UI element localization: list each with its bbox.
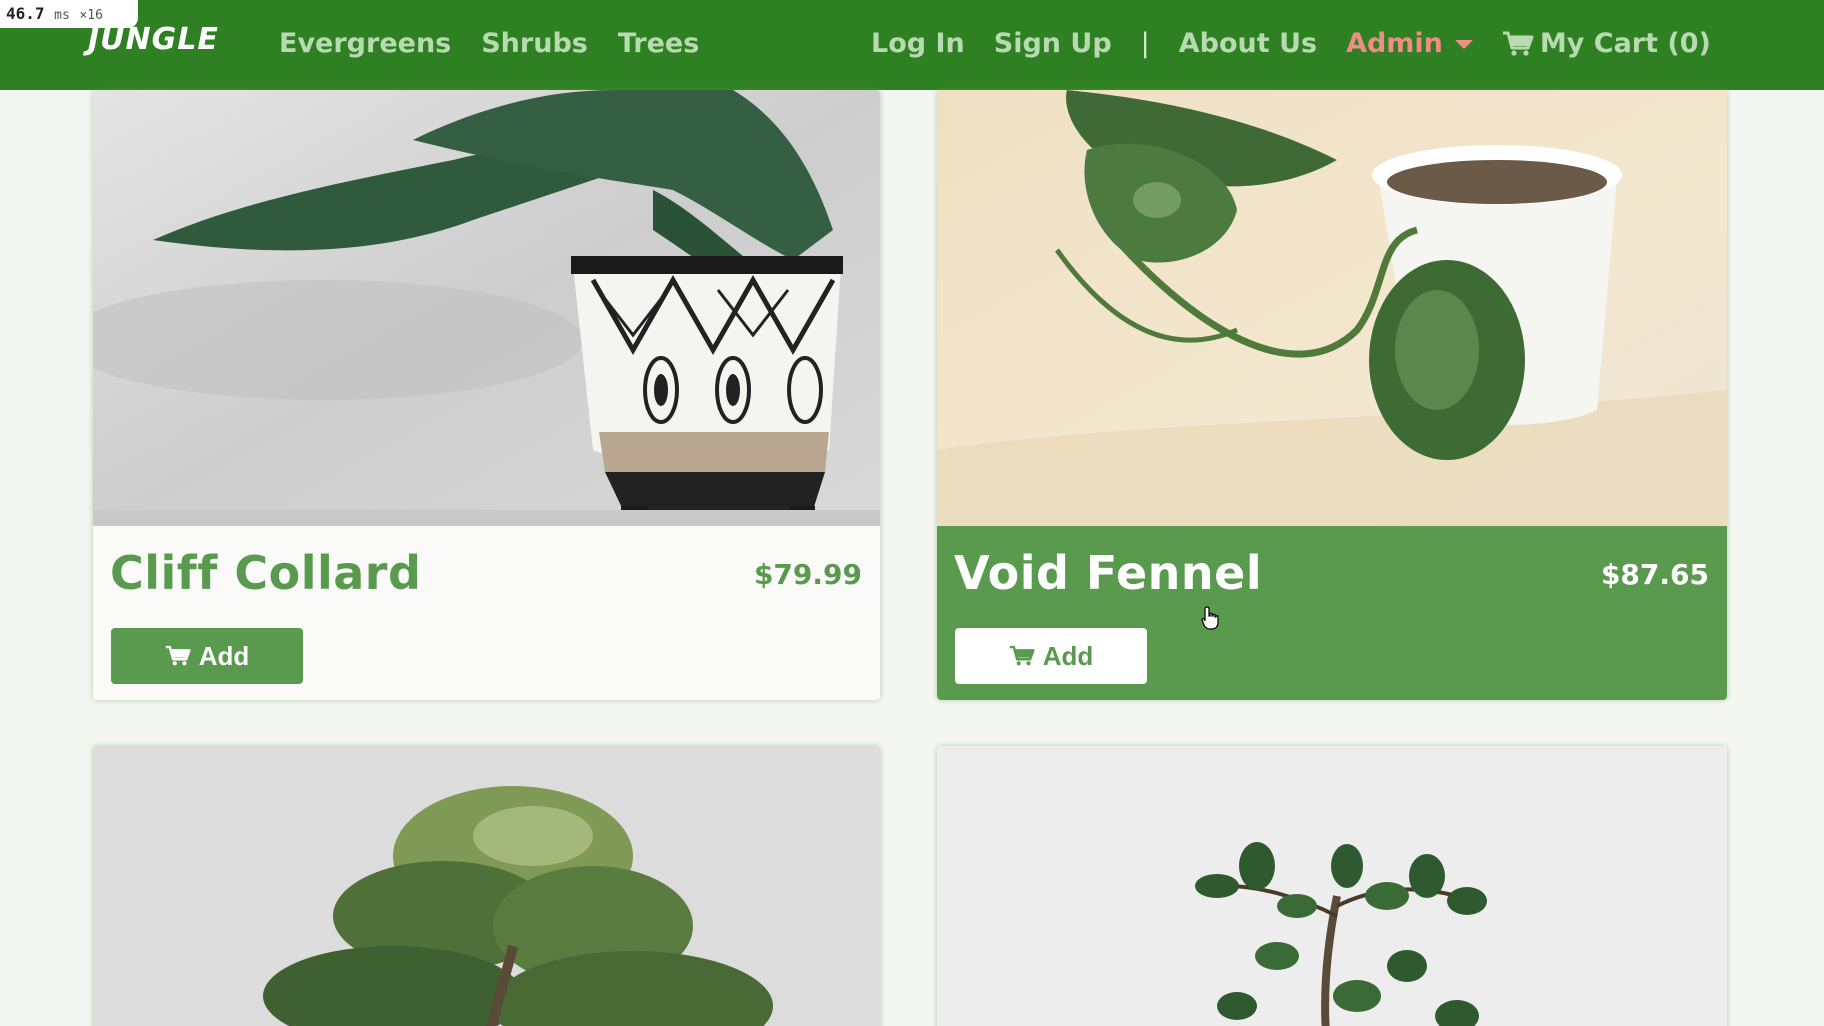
nav-shrubs[interactable]: Shrubs [481,26,588,62]
bonsai-tree-photo [93,746,880,1026]
add-to-cart-button[interactable]: Add [111,628,303,684]
cart-icon [1502,31,1534,56]
add-label: Add [1042,640,1094,671]
product-name[interactable]: Void Fennel [954,546,1262,600]
perf-value: 46.7 [6,4,45,23]
login-link[interactable]: Log In [871,26,965,62]
nav-trees[interactable]: Trees [618,26,699,62]
product-image-ficus[interactable] [937,746,1727,1026]
product-price: $79.99 [753,558,862,591]
product-card[interactable]: Cliff Collard $79.99 Add [93,90,880,700]
admin-dropdown[interactable]: Admin [1346,26,1473,62]
nav-evergreens[interactable]: Evergreens [279,26,451,62]
product-card-body: Cliff Collard $79.99 Add [93,526,880,700]
cart-icon [1009,645,1035,666]
product-card[interactable]: Void Fennel $87.65 Add [937,90,1727,700]
signup-link[interactable]: Sign Up [994,26,1112,62]
ficus-photo [937,746,1727,1026]
perf-overlay: 46.7 ms ×16 [0,0,138,28]
add-to-cart-button[interactable]: Add [955,628,1147,684]
product-card-body: Void Fennel $87.65 Add [937,526,1727,700]
cart-icon [165,645,191,666]
caret-down-icon [1454,39,1473,49]
perf-unit: ms [54,8,70,23]
product-price: $87.65 [1600,558,1709,591]
product-name[interactable]: Cliff Collard [110,546,421,600]
category-nav: Evergreens Shrubs Trees [279,26,699,62]
top-navbar: JUNGLE Evergreens Shrubs Trees Log In Si… [0,0,1824,90]
cart-link[interactable]: My Cart (0) [1502,26,1711,62]
product-image-pothos[interactable] [937,90,1727,526]
cart-label: My Cart (0) [1539,28,1711,59]
admin-label: Admin [1346,28,1443,59]
satin-pothos-photo [937,90,1727,526]
add-label: Add [198,640,250,671]
nav-divider: | [1140,28,1150,59]
account-nav: Log In Sign Up | About Us Admin My Cart … [871,26,1740,62]
hand-pointer-icon [1201,606,1219,630]
about-link[interactable]: About Us [1179,26,1317,62]
juniper-bonsai-photo [93,90,880,526]
product-image-juniper-bonsai[interactable] [93,90,880,526]
product-card[interactable] [93,746,880,1026]
product-card[interactable] [937,746,1727,1026]
perf-multiplier: ×16 [79,8,103,23]
product-image-bonsai-tree[interactable] [93,746,880,1026]
